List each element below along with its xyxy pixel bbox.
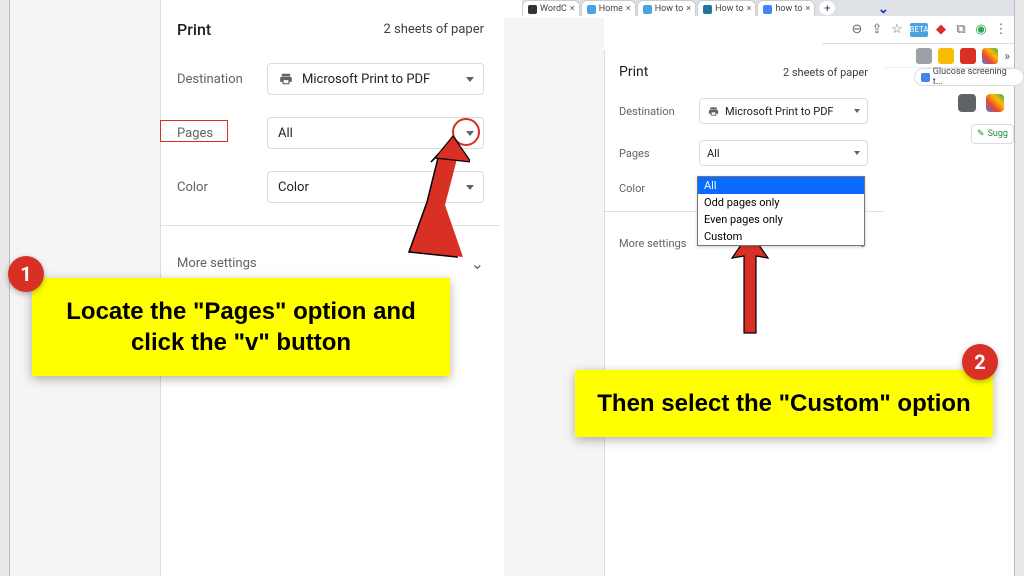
chat-icon[interactable] <box>958 94 976 112</box>
extension-icon[interactable]: ◉ <box>974 23 988 37</box>
panel-title: Print <box>619 64 648 80</box>
pages-select[interactable]: All <box>267 117 484 149</box>
color-label: Color <box>619 182 699 195</box>
caret-icon <box>466 185 474 190</box>
beta-badge: BETA <box>910 23 928 37</box>
close-icon[interactable]: × <box>570 4 575 14</box>
instruction-callout: Then select the "Custom" option <box>575 370 993 437</box>
pages-label: Pages <box>619 147 699 160</box>
chevron-down-icon: ⌄ <box>471 254 484 273</box>
instruction-callout: Locate the "Pages" option and click the … <box>32 278 450 376</box>
caret-icon <box>466 131 474 136</box>
close-icon[interactable]: × <box>747 4 752 14</box>
color-select[interactable]: Color <box>267 171 484 203</box>
doc-side-icons <box>958 94 1004 112</box>
step-badge: 2 <box>962 344 998 380</box>
zoom-out-icon[interactable]: ⊖ <box>850 23 864 37</box>
browser-tab[interactable]: How to× <box>697 0 756 16</box>
bookmarks-overflow-icon[interactable]: » <box>1004 49 1010 63</box>
browser-tabbar: WordC× Home× How to× How to× how to× + ⌄ <box>522 0 1014 16</box>
close-icon[interactable]: × <box>626 4 631 14</box>
close-icon[interactable]: × <box>686 4 691 14</box>
pages-option-custom[interactable]: Custom <box>698 228 864 245</box>
panel-title: Print <box>177 20 211 39</box>
meet-icon[interactable] <box>986 94 1004 112</box>
pencil-icon: ✎ <box>977 129 985 139</box>
share-icon[interactable]: ⇪ <box>870 23 884 37</box>
new-tab-button[interactable]: + <box>819 1 835 15</box>
caret-icon <box>854 151 860 155</box>
extensions-menu-icon[interactable]: ⋮ <box>994 23 1008 37</box>
pages-option-all[interactable]: All <box>698 177 864 194</box>
sheets-count: 2 sheets of paper <box>783 66 868 79</box>
star-icon[interactable]: ☆ <box>890 23 904 37</box>
caret-icon <box>854 109 860 113</box>
extension-icon[interactable]: ◆ <box>934 23 948 37</box>
destination-select[interactable]: Microsoft Print to PDF <box>699 98 868 124</box>
destination-label: Destination <box>177 72 267 87</box>
caret-icon <box>466 77 474 82</box>
sheets-count: 2 sheets of paper <box>383 22 484 37</box>
print-dialog-right: Print 2 sheets of paper Destination Micr… <box>604 50 884 576</box>
printer-icon <box>278 72 294 86</box>
browser-tab[interactable]: WordC× <box>522 0 580 16</box>
destination-select[interactable]: Microsoft Print to PDF <box>267 63 484 95</box>
extension-icon[interactable] <box>982 48 998 64</box>
pages-option-even[interactable]: Even pages only <box>698 211 864 228</box>
extension-icon[interactable] <box>916 48 932 64</box>
more-settings-toggle[interactable]: More settings ⌄ <box>177 244 484 273</box>
printer-icon <box>707 106 720 117</box>
extension-icon[interactable]: ⧉ <box>954 23 968 37</box>
extension-icon[interactable] <box>960 48 976 64</box>
tabs-overflow-icon[interactable]: ⌄ <box>877 2 889 16</box>
suggesting-chip[interactable]: ✎ Sugg <box>971 124 1014 144</box>
pages-option-odd[interactable]: Odd pages only <box>698 194 864 211</box>
browser-tab[interactable]: how to× <box>757 0 815 16</box>
pages-label: Pages <box>177 126 267 141</box>
browser-tab[interactable]: Home× <box>581 0 636 16</box>
pages-select[interactable]: All <box>699 140 868 166</box>
bookmarks-bar: » <box>884 44 1014 68</box>
pages-dropdown-menu: All Odd pages only Even pages only Custo… <box>697 176 865 246</box>
toolbar-right: ⊖ ⇪ ☆ BETA ◆ ⧉ ◉ ⋮ <box>822 16 1014 44</box>
destination-label: Destination <box>619 105 699 118</box>
extension-icon[interactable] <box>938 48 954 64</box>
step-badge: 1 <box>8 256 44 292</box>
close-icon[interactable]: × <box>806 4 811 14</box>
color-label: Color <box>177 180 267 195</box>
browser-tab[interactable]: How to× <box>637 0 696 16</box>
bookmark-chip[interactable]: Glucose screening t... <box>914 68 1024 86</box>
